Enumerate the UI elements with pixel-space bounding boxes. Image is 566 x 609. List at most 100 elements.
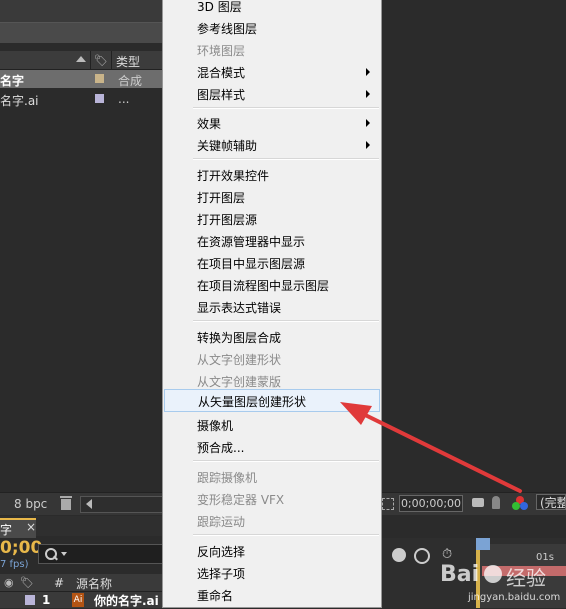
menu-item-effect[interactable]: 效果 xyxy=(164,112,380,134)
menu-item-label: 选择子项 xyxy=(197,567,246,581)
project-item-name: 名字 xyxy=(0,74,25,88)
menu-item-label: 跟踪运动 xyxy=(197,515,246,529)
menu-item-label: 效果 xyxy=(197,117,222,131)
submenu-arrow-icon xyxy=(366,68,370,76)
timeline-search-input[interactable] xyxy=(38,544,164,564)
eye-icon[interactable]: ◉ xyxy=(4,576,14,589)
menu-item-layer-styles[interactable]: 图层样式 xyxy=(164,83,380,105)
menu-item-label: 图层样式 xyxy=(197,88,246,102)
source-name-header[interactable]: 源名称 xyxy=(76,575,112,592)
menu-item-pre-compose[interactable]: 预合成... xyxy=(164,436,380,458)
horizontal-scrollbar[interactable] xyxy=(80,496,164,513)
trash-icon[interactable] xyxy=(60,496,72,510)
menu-separator xyxy=(193,158,379,160)
close-icon[interactable]: × xyxy=(26,520,36,534)
project-item-name: 名字.ai xyxy=(0,94,39,108)
timeline-tab[interactable]: 字 × xyxy=(0,518,36,538)
region-of-interest-icon[interactable] xyxy=(382,498,394,510)
timeline-column-header: ◉ 🏷 # 源名称 xyxy=(0,574,162,592)
menu-item-label: 从矢量图层创建形状 xyxy=(198,395,307,409)
menu-item-label: 从文字创建蒙版 xyxy=(197,375,282,389)
project-item-type: 合成 xyxy=(118,74,143,88)
layer-number: 1 xyxy=(42,593,51,607)
baidu-jingyan-watermark: Bai 经验 jingyan.baidu.com xyxy=(438,556,566,608)
project-item-type: ... xyxy=(118,92,130,106)
menu-item-label: 打开图层源 xyxy=(197,213,258,227)
menu-item-guide-layer[interactable]: 参考线图层 xyxy=(164,17,380,39)
menu-item-label: 打开图层 xyxy=(197,191,246,205)
menu-item-warp-stabilizer-vfx: 变形稳定器 VFX xyxy=(164,488,380,510)
menu-item-blending-mode[interactable]: 混合模式 xyxy=(164,61,380,83)
menu-item-label: 跟踪摄像机 xyxy=(197,471,258,485)
submenu-arrow-icon xyxy=(366,119,370,127)
menu-item-invert-selection[interactable]: 反向选择 xyxy=(164,540,380,562)
submenu-arrow-icon xyxy=(366,141,370,149)
label-color-swatch[interactable] xyxy=(95,74,104,83)
current-time-display[interactable]: 0;00 xyxy=(0,538,42,558)
menu-item-track-motion: 跟踪运动 xyxy=(164,510,380,532)
chevron-down-icon[interactable] xyxy=(61,552,67,556)
show-snapshot-icon[interactable] xyxy=(492,496,500,509)
graph-editor-icon[interactable] xyxy=(414,548,430,564)
menu-item-label: 在项目中显示图层源 xyxy=(197,257,306,271)
column-divider xyxy=(111,51,112,69)
menu-item-convert-to-layered-comp[interactable]: 转换为图层合成 xyxy=(164,326,380,348)
project-item-row[interactable]: 名字.ai ... xyxy=(0,90,162,108)
menu-item-rename[interactable]: 重命名 xyxy=(164,584,380,606)
timeline-tab-bar: 字 × xyxy=(0,516,162,538)
menu-item-3d-layer[interactable]: 3D 图层 xyxy=(164,0,380,17)
project-item-row[interactable]: 名字 合成 xyxy=(0,70,162,88)
timeline-tab-label: 字 xyxy=(0,523,13,537)
project-panel-footer: 8 bpc xyxy=(0,492,164,515)
menu-item-keyframe-assistant[interactable]: 关键帧辅助 xyxy=(164,134,380,156)
menu-item-open-layer[interactable]: 打开图层 xyxy=(164,186,380,208)
menu-item-label: 关键帧辅助 xyxy=(197,139,258,153)
watermark-url: jingyan.baidu.com xyxy=(468,592,561,603)
label-color-swatch[interactable] xyxy=(95,94,104,103)
illustrator-file-icon: Ai xyxy=(72,593,84,607)
project-panel-top xyxy=(0,0,162,43)
label-tag-icon[interactable]: 🏷 xyxy=(20,576,34,589)
snapshot-camera-icon[interactable] xyxy=(472,498,484,507)
menu-item-environment-layer: 环境图层 xyxy=(164,39,380,61)
color-channels-icon[interactable] xyxy=(512,496,528,512)
sort-ascending-icon[interactable] xyxy=(76,56,86,62)
menu-item-label: 在项目流程图中显示图层 xyxy=(197,279,330,293)
composition-footer: 0;00;00;00 (完整 xyxy=(382,492,566,515)
frame-rate-label: 7 fps) xyxy=(0,559,29,570)
layer-context-menu: 3D 图层 参考线图层 环境图层 混合模式 图层样式 效果 关键帧辅助 打开效果… xyxy=(162,0,382,608)
scroll-left-arrow-icon[interactable] xyxy=(86,499,92,509)
menu-item-reveal-in-explorer[interactable]: 在资源管理器中显示 xyxy=(164,230,380,252)
label-color-swatch[interactable] xyxy=(25,595,35,605)
menu-item-label: 参考线图层 xyxy=(197,22,258,36)
menu-item-create-shapes-from-text: 从文字创建形状 xyxy=(164,348,380,370)
menu-item-track-camera: 跟踪摄像机 xyxy=(164,466,380,488)
composition-timecode[interactable]: 0;00;00;00 xyxy=(399,495,463,512)
resolution-dropdown[interactable]: (完整 xyxy=(536,494,566,510)
type-column-header[interactable]: 类型 xyxy=(116,53,140,70)
menu-item-reveal-expression-errors[interactable]: 显示表达式错误 xyxy=(164,296,380,318)
search-icon-handle xyxy=(53,555,58,561)
motion-blur-icon[interactable] xyxy=(392,548,406,562)
project-preview-bar xyxy=(0,22,162,43)
playhead-indicator[interactable] xyxy=(476,538,490,550)
menu-item-label: 摄像机 xyxy=(197,419,234,433)
column-divider xyxy=(90,51,91,69)
bit-depth-button[interactable]: 8 bpc xyxy=(14,497,47,511)
menu-item-select-children[interactable]: 选择子项 xyxy=(164,562,380,584)
menu-item-create-shapes-from-vector-layer[interactable]: 从矢量图层创建形状 xyxy=(164,389,380,412)
menu-item-reveal-layer-in-flowchart[interactable]: 在项目流程图中显示图层 xyxy=(164,274,380,296)
menu-item-label: 从文字创建形状 xyxy=(197,353,282,367)
timeline-layer-row[interactable]: 1 Ai 你的名字.ai xyxy=(0,592,162,608)
menu-item-open-layer-source[interactable]: 打开图层源 xyxy=(164,208,380,230)
label-tag-icon[interactable]: 🏷 xyxy=(94,54,108,67)
menu-item-reveal-layer-source-in-project[interactable]: 在项目中显示图层源 xyxy=(164,252,380,274)
project-column-header: 🏷 类型 xyxy=(0,51,162,70)
menu-item-camera[interactable]: 摄像机 xyxy=(164,414,380,436)
watermark-brand-cn: 经验 xyxy=(506,566,546,590)
menu-item-label: 转换为图层合成 xyxy=(197,331,282,345)
menu-item-label: 打开效果控件 xyxy=(197,169,270,183)
layer-name: 你的名字.ai xyxy=(94,594,159,608)
menu-item-open-effect-controls[interactable]: 打开效果控件 xyxy=(164,164,380,186)
menu-separator xyxy=(193,460,379,462)
